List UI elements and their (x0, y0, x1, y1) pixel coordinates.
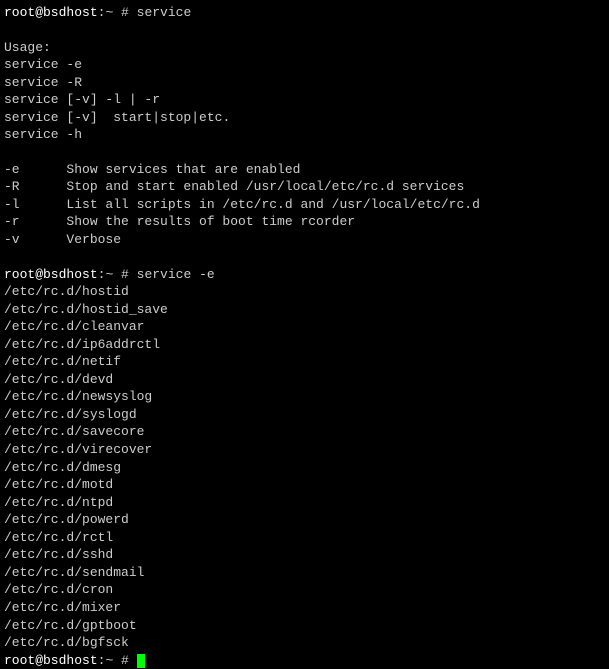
prompt-line-2: root@bsdhost:~ # service -e (4, 266, 605, 284)
blank-line (4, 22, 605, 39)
cursor (137, 654, 145, 668)
service-path: /etc/rc.d/ip6addrctl (4, 336, 605, 354)
usage-line: service [-v] -l | -r (4, 91, 605, 109)
service-path: /etc/rc.d/gptboot (4, 617, 605, 635)
prompt-line-3[interactable]: root@bsdhost:~ # (4, 652, 605, 669)
usage-line: service [-v] start|stop|etc. (4, 109, 605, 127)
usage-line: service -h (4, 126, 605, 144)
service-path: /etc/rc.d/ntpd (4, 494, 605, 512)
service-path: /etc/rc.d/newsyslog (4, 388, 605, 406)
terminal-output: root@bsdhost:~ # service Usage:service -e… (4, 4, 605, 669)
service-path: /etc/rc.d/sshd (4, 546, 605, 564)
service-path: /etc/rc.d/dmesg (4, 459, 605, 477)
service-path: /etc/rc.d/syslogd (4, 406, 605, 424)
option-line: -e Show services that are enabled (4, 161, 605, 179)
option-line: -v Verbose (4, 231, 605, 249)
service-path: /etc/rc.d/motd (4, 476, 605, 494)
service-path: /etc/rc.d/cleanvar (4, 318, 605, 336)
usage-line: service -e (4, 56, 605, 74)
service-path: /etc/rc.d/sendmail (4, 564, 605, 582)
prompt-line-1: root@bsdhost:~ # service (4, 4, 605, 22)
service-path: /etc/rc.d/virecover (4, 441, 605, 459)
option-line: -l List all scripts in /etc/rc.d and /us… (4, 196, 605, 214)
blank-line (4, 144, 605, 161)
service-path: /etc/rc.d/bgfsck (4, 634, 605, 652)
service-path: /etc/rc.d/devd (4, 371, 605, 389)
service-path: /etc/rc.d/savecore (4, 423, 605, 441)
service-path: /etc/rc.d/netif (4, 353, 605, 371)
usage-header: Usage: (4, 39, 605, 57)
service-path: /etc/rc.d/powerd (4, 511, 605, 529)
service-path: /etc/rc.d/rctl (4, 529, 605, 547)
option-line: -r Show the results of boot time rcorder (4, 213, 605, 231)
option-line: -R Stop and start enabled /usr/local/etc… (4, 178, 605, 196)
service-path: /etc/rc.d/cron (4, 581, 605, 599)
usage-line: service -R (4, 74, 605, 92)
service-path: /etc/rc.d/hostid_save (4, 301, 605, 319)
service-path: /etc/rc.d/hostid (4, 283, 605, 301)
service-path: /etc/rc.d/mixer (4, 599, 605, 617)
blank-line (4, 249, 605, 266)
